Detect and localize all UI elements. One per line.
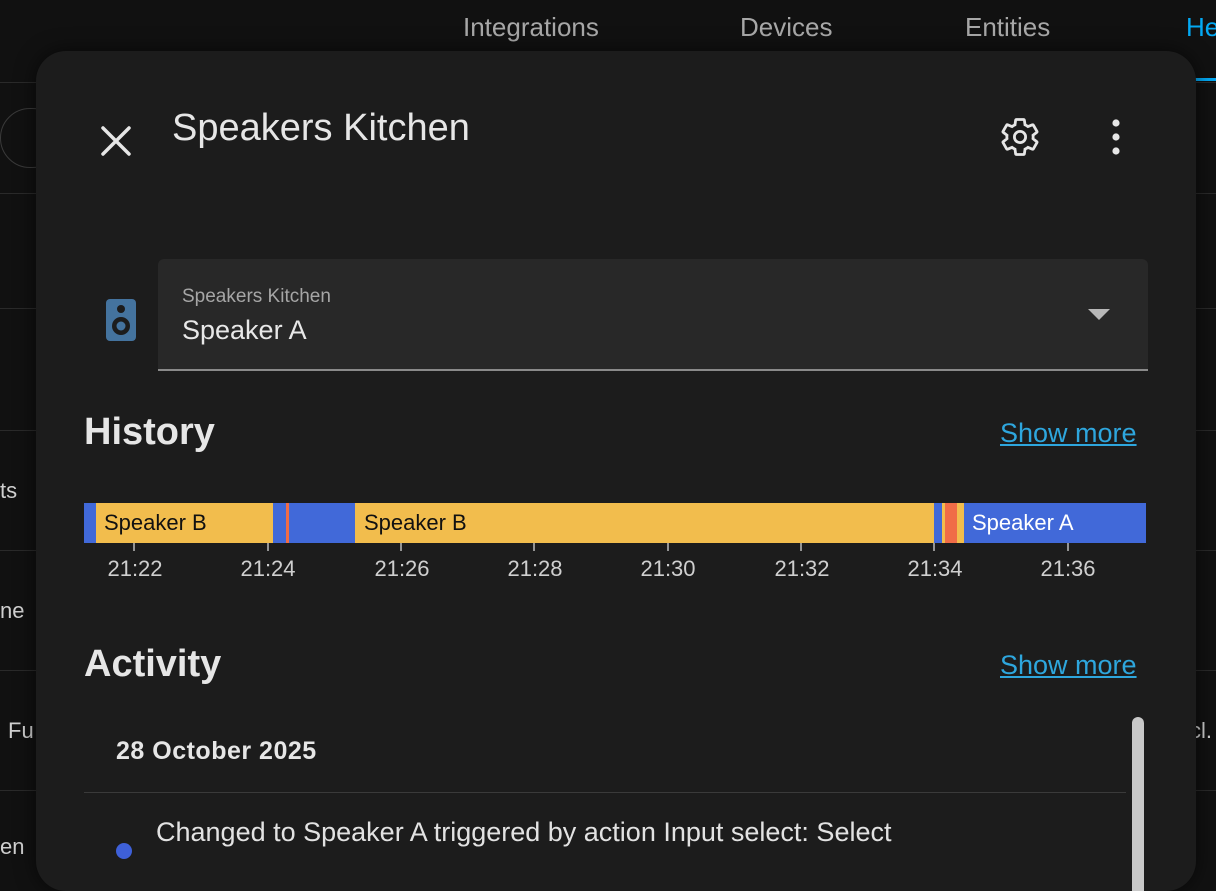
timeline-segment-speaker-a[interactable] — [273, 503, 286, 543]
activity-divider — [84, 792, 1126, 793]
activity-scrollbar[interactable] — [1132, 717, 1144, 891]
timeline-segment-speaker-a[interactable] — [289, 503, 355, 543]
timeline-tick-label: 21:26 — [374, 556, 430, 581]
gear-icon — [1001, 118, 1039, 156]
dialog-title: Speakers Kitchen — [172, 107, 470, 149]
active-tab-indicator — [1193, 78, 1216, 81]
timeline-ticks — [133, 543, 1069, 551]
background-row-text: Fu — [8, 718, 34, 743]
timeline-tick-label: 21:24 — [240, 556, 296, 581]
timeline-tick-label: 21:32 — [774, 556, 830, 581]
tab-entities[interactable]: Entities — [965, 12, 1050, 43]
background-row-text: ts — [0, 478, 18, 503]
timeline-segment-speaker-a[interactable] — [84, 503, 96, 543]
history-show-more-link[interactable]: Show more — [1000, 418, 1137, 449]
timeline-segment-label: Speaker A — [972, 510, 1074, 535]
tab-integrations[interactable]: Integrations — [463, 12, 599, 43]
history-title: History — [84, 411, 215, 453]
close-icon — [101, 126, 131, 156]
timeline-segment-speaker-b[interactable] — [942, 503, 945, 543]
timeline-segment-other[interactable] — [945, 503, 957, 543]
more-options-button[interactable] — [1088, 109, 1144, 165]
input-select-dropdown[interactable]: Speakers Kitchen Speaker A — [158, 259, 1148, 371]
timeline-tick-label: 21:36 — [1040, 556, 1096, 581]
activity-date-heading: 28 October 2025 — [116, 737, 317, 765]
timeline-tick-label: 21:30 — [640, 556, 696, 581]
select-value: Speaker A — [182, 315, 307, 345]
history-timeline[interactable]: Speaker B Speaker B Speaker A — [84, 503, 1146, 543]
timeline-segment-label: Speaker B — [104, 510, 207, 535]
dots-vertical-icon — [1112, 119, 1120, 155]
timeline-tick-label: 21:28 — [507, 556, 563, 581]
activity-show-more-link[interactable]: Show more — [1000, 650, 1137, 681]
background-row-text: ne — [0, 598, 25, 623]
activity-entry-text[interactable]: Changed to Speaker A triggered by action… — [156, 817, 891, 848]
chevron-down-icon — [1088, 309, 1110, 320]
background-row-text: en — [0, 834, 25, 859]
close-button[interactable] — [88, 113, 144, 169]
timeline-segment-other[interactable] — [286, 503, 289, 543]
timeline-segment-speaker-a[interactable] — [934, 503, 942, 543]
settings-button[interactable] — [992, 109, 1048, 165]
timeline-segment-label: Speaker B — [364, 510, 467, 535]
select-label: Speakers Kitchen — [182, 286, 331, 307]
activity-entry-dot — [116, 843, 132, 859]
tab-helpers[interactable]: He — [1186, 12, 1216, 43]
timeline-tick-label: 21:34 — [907, 556, 963, 581]
speaker-icon — [106, 299, 136, 346]
more-info-dialog: Speakers Kitchen Speakers Kitchen Speake… — [36, 51, 1196, 891]
tab-devices[interactable]: Devices — [740, 12, 832, 43]
timeline-segment-speaker-b[interactable] — [957, 503, 964, 543]
timeline-tick-label: 21:22 — [107, 556, 163, 581]
activity-title: Activity — [84, 643, 222, 685]
